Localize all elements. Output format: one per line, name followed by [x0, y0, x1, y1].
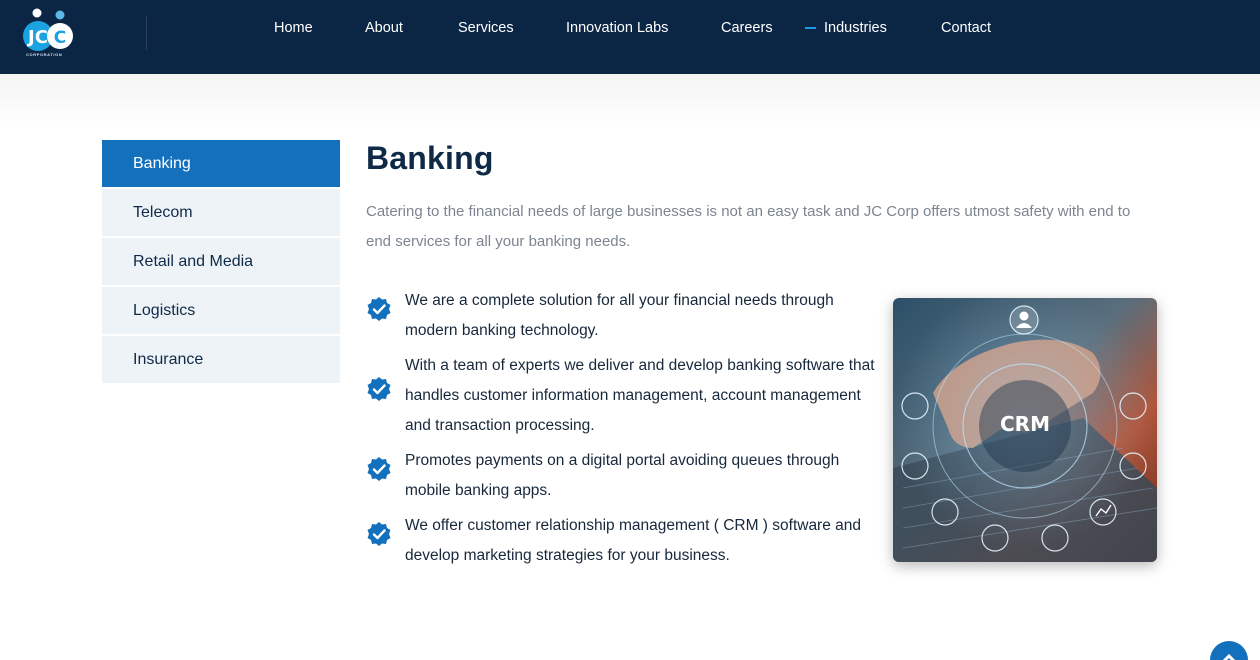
- nav-home[interactable]: Home: [274, 18, 313, 38]
- sidebar-item-telecom[interactable]: Telecom: [102, 189, 340, 236]
- nav-innovation-labs[interactable]: Innovation Labs: [566, 18, 668, 38]
- sidebar-item-insurance[interactable]: Insurance: [102, 336, 340, 383]
- intro-paragraph: Catering to the financial needs of large…: [366, 203, 1131, 250]
- bullet-text: Promotes payments on a digital portal av…: [405, 452, 840, 499]
- sidebar-item-banking[interactable]: Banking: [102, 140, 340, 187]
- verified-check-icon: [367, 377, 391, 401]
- verified-check-icon: [367, 522, 391, 546]
- crm-illustration: CRM: [893, 298, 1157, 562]
- logo-letter: JC: [26, 27, 48, 48]
- verified-check-icon: [367, 297, 391, 321]
- header-divider: [146, 16, 147, 50]
- scroll-to-top-button[interactable]: [1210, 641, 1248, 660]
- bullet-text: We are a complete solution for all your …: [405, 292, 834, 339]
- page-title: Banking: [366, 140, 494, 176]
- nav-contact[interactable]: Contact: [941, 18, 991, 38]
- bullet-text: With a team of experts we deliver and de…: [405, 357, 875, 434]
- sidebar-item-retail-media[interactable]: Retail and Media: [102, 238, 340, 285]
- sidebar-item-logistics[interactable]: Logistics: [102, 287, 340, 334]
- nav-active-indicator: [805, 27, 816, 29]
- logo-subtitle: CORPORATION: [26, 52, 63, 57]
- bullet-text: We offer customer relationship managemen…: [405, 517, 862, 564]
- nav-industries[interactable]: Industries: [824, 18, 887, 38]
- top-navigation-bar: JC C CORPORATION Home About Services Inn…: [0, 0, 1260, 74]
- header-shadow-band: [0, 74, 1260, 130]
- nav-services[interactable]: Services: [458, 18, 514, 38]
- chevron-up-icon: [1222, 653, 1236, 660]
- nav-about[interactable]: About: [365, 18, 403, 38]
- nav-careers[interactable]: Careers: [721, 18, 773, 38]
- verified-check-icon: [367, 457, 391, 481]
- logo-letter-c: C: [54, 28, 66, 48]
- crm-label: CRM: [1000, 412, 1050, 436]
